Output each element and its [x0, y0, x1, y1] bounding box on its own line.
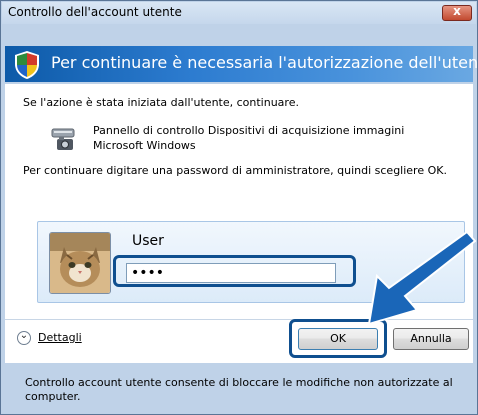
program-name: Pannello di controllo Dispositivi di acq…	[93, 124, 405, 152]
arrow-pointer-icon	[367, 230, 476, 326]
title-bar: Controllo dell'account utente x	[2, 2, 476, 24]
cat-avatar-icon	[50, 233, 110, 293]
user-avatar	[49, 232, 111, 294]
details-label: Dettagli	[38, 331, 82, 344]
details-toggle[interactable]: ⌄ Dettagli	[17, 329, 117, 349]
close-button[interactable]: x	[442, 4, 472, 21]
close-icon: x	[453, 4, 461, 18]
window-title: Controllo dell'account utente	[8, 5, 182, 19]
password-input[interactable]	[126, 263, 336, 283]
footer-text: Controllo account utente consente di blo…	[25, 376, 453, 403]
instruction-text: Per continuare digitare una password di …	[23, 164, 447, 177]
chevron-down-icon: ⌄	[17, 330, 31, 345]
intro-text: Se l'azione è stata iniziata dall'utente…	[23, 96, 299, 109]
uac-dialog: Controllo dell'account utente x Per cont…	[0, 0, 478, 415]
scanner-camera-icon	[51, 128, 75, 150]
username-label: User	[132, 233, 164, 249]
permission-header: Per continuare è necessaria l'autorizzaz…	[5, 46, 478, 82]
shield-icon	[15, 51, 39, 79]
header-title: Per continuare è necessaria l'autorizzaz…	[51, 53, 478, 72]
